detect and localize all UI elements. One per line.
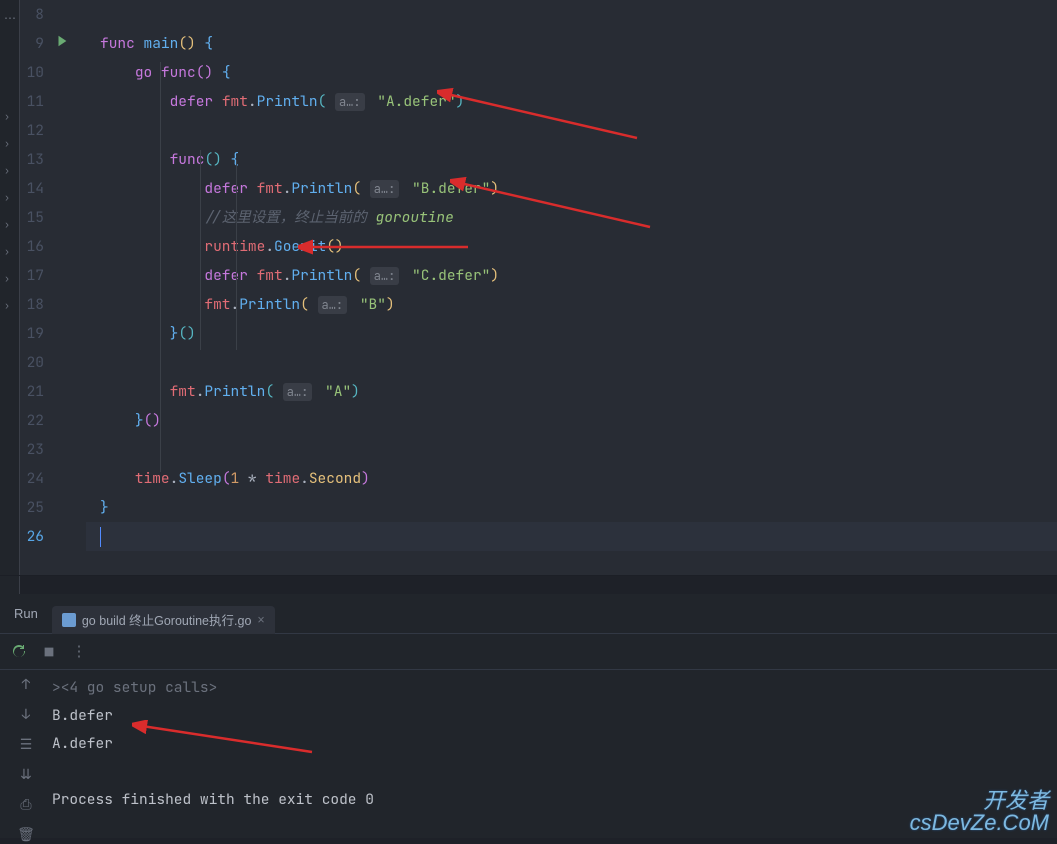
line-number: 23 bbox=[20, 435, 50, 464]
gutter-action[interactable] bbox=[50, 435, 74, 464]
panel-title: Run bbox=[0, 606, 52, 621]
gutter-action[interactable] bbox=[50, 290, 74, 319]
param-hint: a…: bbox=[335, 93, 365, 111]
gutter-action[interactable] bbox=[50, 493, 74, 522]
code-line[interactable]: 12 bbox=[20, 116, 1057, 145]
console-output[interactable]: ↑ ↓ ☰ ⇊ ⎙ 🗑 ><4 go setup calls> B.defer … bbox=[0, 670, 1057, 838]
trash-icon[interactable]: 🗑 bbox=[17, 826, 35, 844]
code-line[interactable]: 11 defer fmt.Println( a…: "A.defer") bbox=[20, 87, 1057, 116]
code-line[interactable]: 21 fmt.Println( a…: "A") bbox=[20, 377, 1057, 406]
line-number: 16 bbox=[20, 232, 50, 261]
stop-button[interactable] bbox=[40, 643, 58, 661]
run-config-label: go build 终止Goroutine执行.go bbox=[82, 610, 252, 629]
code-line[interactable]: 24 time.Sleep(1 * time.Second) bbox=[20, 464, 1057, 493]
code-line[interactable]: 14 defer fmt.Println( a…: "B.defer") bbox=[20, 174, 1057, 203]
print-icon[interactable]: ⎙ bbox=[20, 796, 31, 814]
param-hint: a…: bbox=[370, 180, 400, 198]
code-line[interactable]: 22 }() bbox=[20, 406, 1057, 435]
code-line[interactable]: 15 //这里设置，终止当前的 goroutine bbox=[20, 203, 1057, 232]
line-number: 15 bbox=[20, 203, 50, 232]
panel-tab-bar: Run go build 终止Goroutine执行.go × bbox=[0, 594, 1057, 634]
output-gutter: ↑ ↓ ☰ ⇊ ⎙ 🗑 bbox=[0, 670, 52, 838]
wrap-icon[interactable]: ☰ bbox=[20, 736, 33, 754]
param-hint: a…: bbox=[318, 296, 348, 314]
line-number: 18 bbox=[20, 290, 50, 319]
line-number: 21 bbox=[20, 377, 50, 406]
more-icon[interactable]: ⋮ bbox=[70, 643, 88, 661]
line-number: 11 bbox=[20, 87, 50, 116]
line-number: 17 bbox=[20, 261, 50, 290]
line-number: 8 bbox=[20, 0, 50, 29]
code-line[interactable]: 19 }() bbox=[20, 319, 1057, 348]
gutter-action[interactable] bbox=[50, 0, 74, 29]
line-number: 13 bbox=[20, 145, 50, 174]
fold-chevron-icon[interactable]: › bbox=[4, 218, 10, 231]
run-panel: Run go build 终止Goroutine执行.go × ⋮ ↑ ↓ ☰ … bbox=[0, 594, 1057, 838]
gutter-action[interactable] bbox=[50, 116, 74, 145]
gutter-action[interactable] bbox=[50, 174, 74, 203]
param-hint: a…: bbox=[370, 267, 400, 285]
watermark: 开发者 csDevZe.CoM bbox=[910, 790, 1049, 834]
fold-chevron-icon[interactable]: › bbox=[4, 164, 10, 177]
code-line[interactable]: 13 func() { bbox=[20, 145, 1057, 174]
line-number: 20 bbox=[20, 348, 50, 377]
gutter-action[interactable] bbox=[50, 348, 74, 377]
up-icon[interactable]: ↑ bbox=[22, 676, 30, 694]
scroll-icon[interactable]: ⇊ bbox=[20, 766, 32, 784]
code-line[interactable]: 17 defer fmt.Println( a…: "C.defer") bbox=[20, 261, 1057, 290]
gutter-action[interactable] bbox=[50, 377, 74, 406]
gutter-action[interactable] bbox=[50, 232, 74, 261]
fold-chevron-icon[interactable]: › bbox=[4, 110, 10, 123]
line-number: 12 bbox=[20, 116, 50, 145]
gutter-action[interactable] bbox=[50, 406, 74, 435]
gutter-action[interactable] bbox=[50, 319, 74, 348]
line-number: 14 bbox=[20, 174, 50, 203]
code-editor[interactable]: 89func main() {10 go func() {11 defer fm… bbox=[20, 0, 1057, 575]
go-icon bbox=[62, 613, 76, 627]
gutter-action[interactable] bbox=[50, 29, 74, 58]
param-hint: a…: bbox=[283, 383, 313, 401]
run-config-tab[interactable]: go build 终止Goroutine执行.go × bbox=[52, 606, 275, 634]
gutter-action[interactable] bbox=[50, 203, 74, 232]
line-number: 9 bbox=[20, 29, 50, 58]
fold-chevron-icon[interactable]: › bbox=[4, 191, 10, 204]
text-cursor bbox=[100, 527, 101, 547]
code-line[interactable]: 8 bbox=[20, 0, 1057, 29]
gutter-action[interactable] bbox=[50, 464, 74, 493]
fold-chevron-icon[interactable]: › bbox=[4, 245, 10, 258]
line-number: 24 bbox=[20, 464, 50, 493]
fold-chevron-icon[interactable]: › bbox=[4, 137, 10, 150]
code-line[interactable]: 23 bbox=[20, 435, 1057, 464]
line-number: 22 bbox=[20, 406, 50, 435]
gutter-action[interactable] bbox=[50, 145, 74, 174]
gutter-action[interactable] bbox=[50, 261, 74, 290]
line-number: 10 bbox=[20, 58, 50, 87]
panel-toolbar: ⋮ bbox=[0, 634, 1057, 670]
fold-chevron-icon[interactable]: › bbox=[4, 272, 10, 285]
fold-chevron-icon[interactable]: › bbox=[4, 299, 10, 312]
gutter-action[interactable] bbox=[50, 87, 74, 116]
code-line[interactable]: 25} bbox=[20, 493, 1057, 522]
code-line[interactable]: 10 go func() { bbox=[20, 58, 1057, 87]
line-number: 25 bbox=[20, 493, 50, 522]
run-gutter-icon[interactable] bbox=[55, 29, 69, 58]
more-icon: ⋯ bbox=[4, 10, 16, 26]
code-line[interactable]: 16 runtime.Goexit() bbox=[20, 232, 1057, 261]
line-number: 19 bbox=[20, 319, 50, 348]
gutter-action[interactable] bbox=[50, 58, 74, 87]
code-line[interactable]: 20 bbox=[20, 348, 1057, 377]
gutter-action[interactable] bbox=[50, 522, 74, 551]
line-number: 26 bbox=[20, 522, 50, 551]
rerun-button[interactable] bbox=[10, 643, 28, 661]
down-icon[interactable]: ↓ bbox=[22, 706, 30, 724]
code-line[interactable]: 9func main() { bbox=[20, 29, 1057, 58]
close-icon[interactable]: × bbox=[257, 613, 264, 627]
code-line[interactable]: 18 fmt.Println( a…: "B") bbox=[20, 290, 1057, 319]
code-line[interactable]: 26 bbox=[20, 522, 1057, 551]
